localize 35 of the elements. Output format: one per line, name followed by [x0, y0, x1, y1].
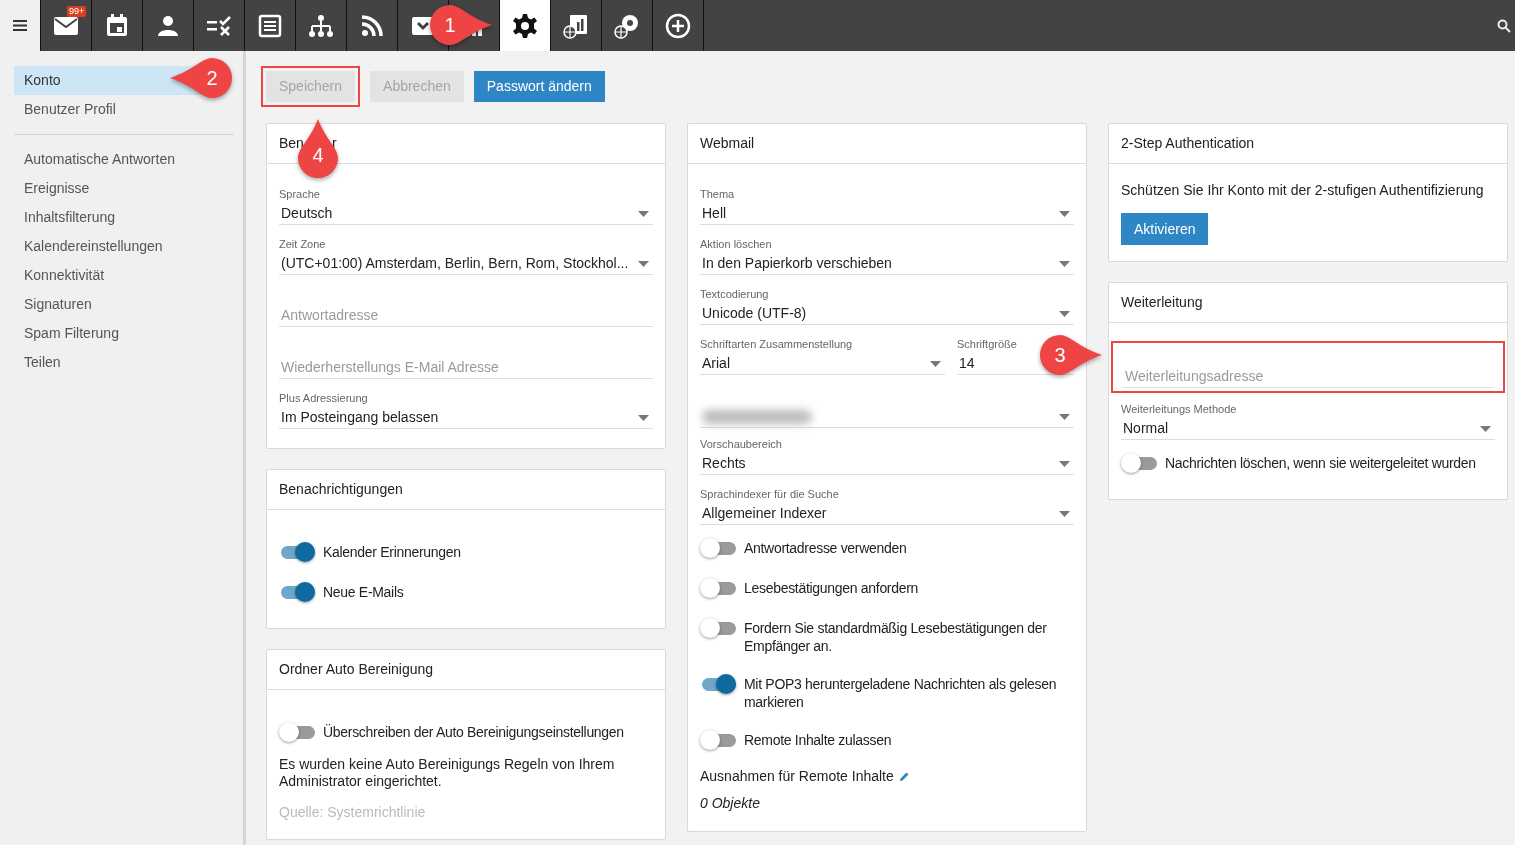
field-label: Schriftarten Zusammenstellung: [700, 338, 854, 351]
card-title: 2-Step Authentication: [1109, 124, 1507, 164]
field-label: Schriftgröße: [957, 338, 1018, 351]
toggle-label: Lesebestätigungen anfordern: [744, 579, 919, 597]
field-label: Plus Adressierung: [279, 392, 369, 405]
card-title: Webmail: [688, 124, 1086, 164]
field-label: Textcodierung: [700, 288, 770, 301]
toggle-label: Kalender Erinnerungen: [323, 543, 461, 561]
card-title: Benachrichtigungen: [267, 470, 665, 510]
description-text: Schützen Sie Ihr Konto mit der 2-stufigen Authentifizierung: [1121, 182, 1485, 199]
toggle-label: Überschreiben der Auto Bereinigungseinstellungen: [323, 723, 624, 741]
toggle-label: Fordern Sie standardmäßig Lesebestätigungen der Empfänger an.: [744, 619, 1048, 655]
field-label: Vorschaubereich: [700, 438, 783, 451]
card-title: Ordner Auto Bereinigung: [267, 650, 665, 690]
toggle-label: Nachrichten löschen, wenn sie weitergeleitet wurden: [1165, 454, 1476, 472]
toggle-label: Remote Inhalte zulassen: [744, 731, 892, 749]
source-text: Quelle: Systemrichtlinie: [279, 803, 427, 822]
card-title: Ben: [279, 134, 304, 153]
field-label: Thema: [700, 188, 736, 201]
field-label: Weiterleitungs Methode: [1121, 403, 1238, 416]
notification-badge: 99+: [67, 6, 87, 17]
card-title: Weiterleitung: [1109, 283, 1507, 323]
field-label: Aktion löschen: [700, 238, 773, 251]
callout-tooltip: 3: [1038, 333, 1104, 377]
field-label: Sprachindexer für die Suche: [700, 488, 840, 501]
count-text: 0 Objekte: [700, 795, 760, 811]
section-label: Ausnahmen für Remote Inhalte: [700, 767, 894, 786]
callout-tooltip: 2: [168, 56, 234, 100]
toggle-label: Antwortadresse verwenden: [744, 539, 907, 557]
field-label: Sprache: [279, 188, 321, 201]
description-text: Es wurden keine Auto Bereinigungs Regeln von Ihrem Administrator eingerichtet.: [279, 756, 616, 790]
callout-tooltip: 1: [428, 3, 494, 47]
toggle-label: Mit POP3 heruntergeladene Nachrichten als gelesen markieren: [744, 675, 1058, 711]
field-label: Zeit Zone: [279, 238, 327, 251]
toggle-label: Neue E-Mails: [323, 583, 404, 601]
